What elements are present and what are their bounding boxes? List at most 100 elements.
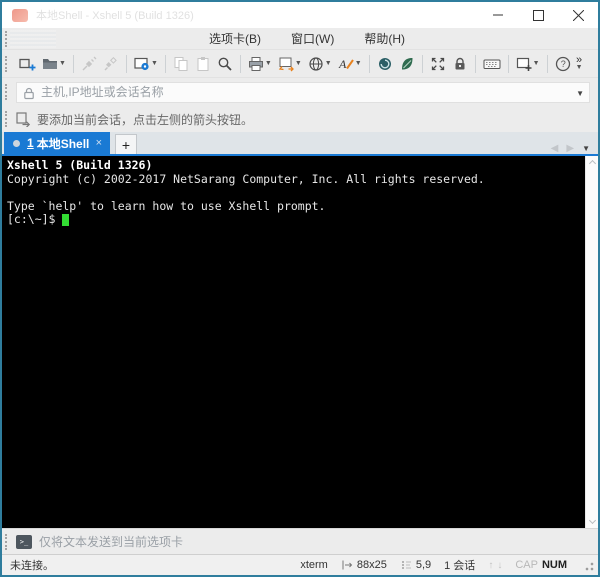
menu-tab[interactable]: 选项卡(B): [205, 28, 265, 49]
encoding-globe-icon: [309, 56, 323, 71]
connect-button[interactable]: [79, 54, 99, 74]
menu-window[interactable]: 窗口(W): [287, 28, 338, 49]
encoding-button[interactable]: ▼: [306, 54, 334, 74]
resize-grip-icon[interactable]: [584, 559, 594, 571]
font-color-icon: A: [338, 57, 354, 71]
svg-text:A: A: [338, 57, 347, 71]
tab-scroll-right-icon[interactable]: ▶: [566, 143, 574, 154]
overflow-chevron-icon: »: [575, 53, 583, 66]
address-dropdown-icon[interactable]: ▼: [576, 89, 584, 98]
terminal-prompt: [c:\~]$: [7, 212, 56, 226]
lock-indicators: CAP NUM: [515, 559, 567, 571]
close-button[interactable]: [558, 2, 598, 28]
tab-scroll-left-icon[interactable]: ◀: [551, 143, 559, 154]
terminal-line: Copyright (c) 2002-2017 NetSarang Comput…: [7, 171, 485, 186]
add-session-arrow-icon: [16, 111, 31, 127]
lock-screen-button[interactable]: [450, 54, 470, 74]
minimize-button[interactable]: [478, 2, 518, 28]
tab-bar: 1 本地Shell × + ◀ ▶ ▼: [2, 132, 598, 156]
prev-session-icon[interactable]: ↑: [488, 560, 493, 571]
help-button[interactable]: ?: [553, 54, 573, 74]
chevron-down-icon[interactable]: ▼: [325, 60, 332, 67]
new-session-button[interactable]: [17, 54, 38, 74]
session-count: 1 会话: [444, 560, 476, 572]
terminal-cursor: [62, 213, 70, 226]
tab-scrollers: ◀ ▶ ▼: [551, 143, 598, 154]
chevron-down-icon[interactable]: ▼: [295, 60, 302, 67]
connection-status: 未连接。: [10, 560, 54, 572]
tab-local-shell[interactable]: 1 本地Shell ×: [4, 132, 110, 154]
toolbar-separator: [421, 54, 423, 73]
open-session-button[interactable]: ▼: [40, 54, 68, 74]
minimize-icon: [493, 14, 503, 16]
find-icon: [218, 57, 232, 71]
terminal-prompt-icon: >_: [16, 534, 32, 549]
terminal-type: xterm: [300, 559, 328, 571]
tab-list-dropdown-icon[interactable]: ▼: [582, 144, 590, 153]
fullscreen-icon: [431, 57, 444, 70]
screen-layout-button[interactable]: ▼: [276, 54, 304, 74]
font-color-button[interactable]: A ▼: [336, 54, 364, 74]
info-bar-grip[interactable]: [5, 111, 11, 127]
print-icon: [248, 56, 263, 71]
terminal-prompt-line: [c:\~]$: [7, 212, 580, 227]
paste-button[interactable]: [193, 54, 213, 74]
xagent-icon: [378, 57, 391, 70]
chevron-down-icon[interactable]: ▼: [59, 60, 66, 67]
scroll-down-icon[interactable]: [588, 516, 596, 525]
fullscreen-button[interactable]: [428, 54, 448, 74]
window-title: 本地Shell - Xshell 5 (Build 1326): [36, 10, 194, 22]
toolbar-separator: [368, 54, 370, 73]
address-bar: ▼: [2, 78, 598, 106]
toolbar-overflow-button[interactable]: » ▼: [575, 53, 583, 72]
address-lock-icon: [24, 87, 34, 99]
chevron-down-icon[interactable]: ▼: [355, 60, 362, 67]
terminal-scrollbar[interactable]: [585, 156, 598, 528]
find-button[interactable]: [215, 54, 235, 74]
toolbar-separator: [72, 54, 74, 73]
new-tab-button[interactable]: +: [115, 134, 137, 154]
menu-items: 选项卡(B) 窗口(W) 帮助(H): [205, 28, 409, 49]
disconnect-button[interactable]: [101, 54, 121, 74]
next-session-icon[interactable]: ↓: [497, 560, 502, 571]
address-field-wrap: ▼: [16, 81, 590, 103]
send-bar-grip[interactable]: [5, 533, 11, 550]
virtual-keyboard-icon: [483, 59, 501, 69]
xftp-button[interactable]: [397, 54, 417, 74]
tab-close-icon[interactable]: ×: [94, 137, 104, 149]
svg-text:?: ?: [560, 59, 565, 69]
open-folder-icon: [43, 58, 57, 69]
session-info-bar: 要添加当前会话，点击左侧的箭头按钮。: [2, 106, 598, 132]
chevron-down-icon[interactable]: ▼: [533, 60, 540, 67]
terminal-screen[interactable]: Xshell 5 (Build 1326) Copyright (c) 2002…: [2, 156, 598, 528]
copy-icon: [174, 56, 188, 71]
session-nav: ↑ ↓: [488, 560, 502, 571]
title-bar: 本地Shell - Xshell 5 (Build 1326): [2, 2, 598, 28]
copy-button[interactable]: [171, 54, 191, 74]
maximize-button[interactable]: [518, 2, 558, 28]
menu-help[interactable]: 帮助(H): [360, 28, 409, 49]
help-icon: ?: [555, 56, 570, 71]
chevron-down-icon[interactable]: ▼: [265, 60, 272, 67]
address-bar-grip[interactable]: [5, 84, 11, 100]
print-button[interactable]: ▼: [246, 54, 274, 74]
send-text-input[interactable]: [39, 534, 590, 549]
host-address-input[interactable]: [16, 81, 590, 103]
scroll-up-icon[interactable]: [588, 159, 596, 168]
chevron-down-icon[interactable]: ▼: [151, 60, 158, 67]
send-text-bar: >_: [2, 528, 598, 554]
cursor-position-icon: [401, 561, 411, 569]
xagent-button[interactable]: [375, 54, 395, 74]
virtual-keyboard-button[interactable]: [481, 54, 503, 74]
new-window-button[interactable]: ▼: [514, 54, 542, 74]
xshell-window: 本地Shell - Xshell 5 (Build 1326) 选项卡(B) 窗…: [0, 0, 600, 577]
cursor-position-value: 5,9: [415, 559, 432, 571]
toolbar-grip[interactable]: [5, 55, 11, 72]
xftp-icon: [401, 57, 413, 69]
toolbar-separator: [239, 54, 241, 73]
menu-ghost-decoration: [10, 30, 56, 48]
session-properties-button[interactable]: ▼: [132, 54, 160, 74]
caps-lock-indicator: CAP: [515, 559, 538, 571]
tab-status-dot-icon: [13, 139, 20, 147]
